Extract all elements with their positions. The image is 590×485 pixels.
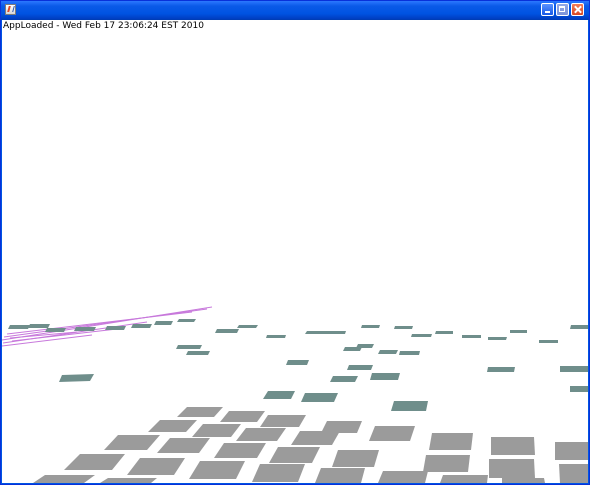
close-button[interactable] [571, 3, 584, 16]
java-cup-icon [5, 4, 16, 15]
application-window: AppLoaded - Wed Feb 17 23:06:24 EST 2010 [0, 0, 590, 485]
window-controls [541, 3, 586, 17]
3d-viewport[interactable]: AppLoaded - Wed Feb 17 23:06:24 EST 2010 [2, 20, 588, 483]
maximize-button[interactable] [556, 3, 569, 16]
3d-scene[interactable] [2, 20, 588, 483]
near-floor-tiles [33, 407, 588, 483]
minimize-button[interactable] [541, 3, 554, 16]
title-bar[interactable] [1, 1, 589, 20]
far-floor-tiles [8, 319, 588, 411]
status-text: AppLoaded - Wed Feb 17 23:06:24 EST 2010 [3, 21, 204, 31]
